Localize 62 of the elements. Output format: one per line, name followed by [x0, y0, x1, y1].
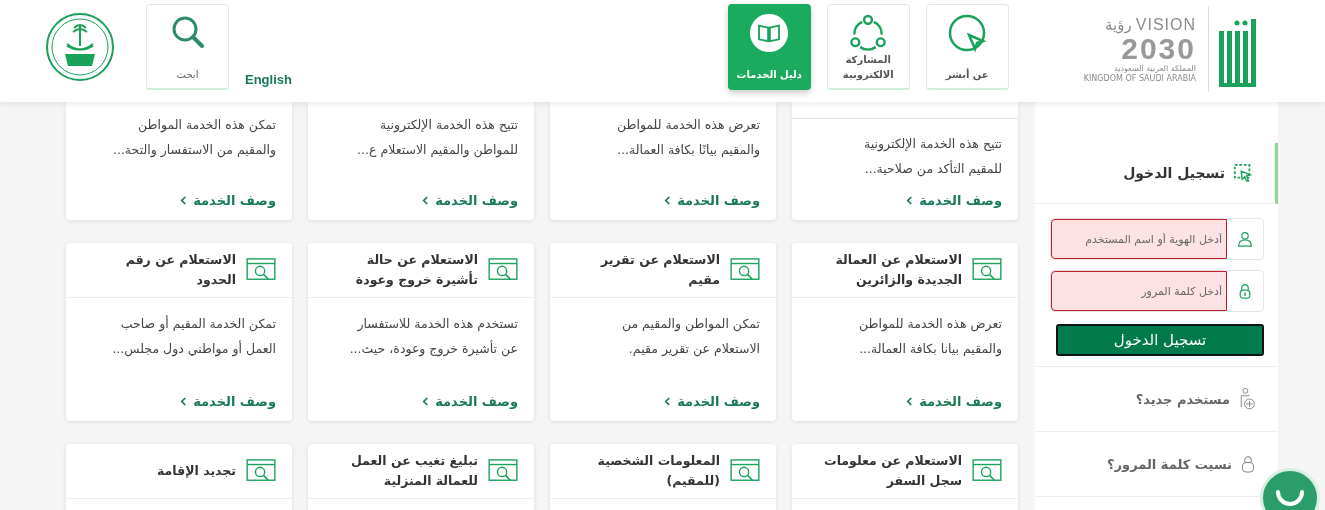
- chevron-icon: [906, 196, 914, 205]
- search-window-icon: [246, 258, 276, 282]
- service-description: تتيح هذه الخدمة الإلكترونية للمواطن والمقيم الاستعلام ع...: [356, 116, 518, 160]
- chevron-icon: [422, 397, 430, 406]
- service-description: تتيح هذه الخدمة الإلكترونية للمقيم التأكد من صلاحية...: [863, 135, 1002, 179]
- vision-year: 2030: [1121, 34, 1196, 64]
- chevron-icon: [180, 397, 188, 406]
- service-title: تجديد الإقامة: [157, 462, 236, 480]
- chevron-icon: [906, 397, 914, 406]
- service-title: الاستعلام عن حالة تأشيرة خروج وعودة: [354, 251, 478, 289]
- service-link[interactable]: وصف الخدمة: [422, 193, 518, 208]
- chevron-icon: [180, 196, 188, 205]
- add-user-icon: [1238, 386, 1256, 412]
- search-window-icon: [972, 258, 1002, 282]
- language-link[interactable]: English: [245, 72, 292, 87]
- service-title: الاستعلام عن معلومات سجل السفر: [823, 452, 962, 490]
- search-window-icon: [488, 459, 518, 483]
- service-description: تستخدم هذه الخدمة للاستفسار عن تأشيرة خروج وعودة، حيث...: [348, 315, 518, 359]
- service-title: المعلومات الشخصية (للمقيم): [596, 452, 720, 490]
- service-title: تبليغ تغيب عن العمل للعمالة المنزلية: [349, 452, 478, 490]
- service-link[interactable]: وصف الخدمة: [664, 394, 760, 409]
- search-button[interactable]: ابحث: [146, 4, 229, 90]
- chevron-icon: [664, 397, 672, 406]
- service-description: تمكن الخدمة المقيم أو صاحب العمل أو مواطني دول مجلس...: [111, 314, 276, 359]
- book-icon: [749, 13, 790, 53]
- country-name: المملكة العربية السعودية: [1113, 64, 1196, 74]
- share-icon: [848, 13, 889, 52]
- vision-arabic: رؤية: [1105, 16, 1132, 34]
- chevron-icon: [664, 196, 672, 205]
- service-description: تمكن هذه الخدمة المواطن والمقيم من الاستفسار والتحة...: [111, 116, 276, 160]
- pointer-icon: [947, 13, 988, 53]
- service-link[interactable]: وصف الخدمة: [664, 193, 760, 208]
- search-window-icon: [488, 258, 518, 282]
- emblem-icon: [45, 12, 115, 82]
- service-link[interactable]: وصف الخدمة: [180, 193, 276, 208]
- sidebar-link[interactable]: نسيت كلمة المرور؟: [1107, 456, 1232, 472]
- login-tab[interactable]: تسجيل الدخول: [1035, 143, 1278, 204]
- search-window-icon: [730, 258, 760, 282]
- service-title: الاستعلام عن العمالة الجديدة والزائرين: [834, 251, 962, 289]
- service-description: تعرض هذه الخدمة للمواطن والمقيم بيانا بكافة العمالة...: [857, 315, 1002, 359]
- chevron-icon: [422, 196, 430, 205]
- cursor-icon: [1233, 163, 1253, 183]
- service-link[interactable]: وصف الخدمة: [422, 394, 518, 409]
- service-description: تمكن المواطن والمقيم من الاستعلام عن تقرير مقيم.: [620, 315, 760, 359]
- country-name: KINGDOM OF SAUDI ARABIA: [1083, 74, 1196, 84]
- service-link[interactable]: وصف الخدمة: [906, 193, 1002, 208]
- nav-button[interactable]: المشاركة الالكترونية: [826, 4, 910, 90]
- nav-button[interactable]: عن أبشر: [925, 4, 1009, 90]
- service-link[interactable]: وصف الخدمة: [906, 394, 1002, 409]
- nav-button[interactable]: دليل الخدمات: [727, 4, 811, 90]
- login-button[interactable]: تسجيل الدخول: [1056, 324, 1264, 356]
- service-title: الاستعلام عن تقرير مقيم: [599, 251, 720, 289]
- service-title: الاستعلام عن رقم الحدود: [124, 251, 236, 289]
- service-link[interactable]: وصف الخدمة: [180, 394, 276, 409]
- search-window-icon: [972, 459, 1002, 483]
- lock-icon: [1240, 455, 1256, 473]
- search-window-icon: [246, 459, 276, 483]
- vision-word: VISION: [1135, 16, 1196, 34]
- sidebar-link[interactable]: مستخدم جديد؟: [1135, 391, 1230, 407]
- chat-button[interactable]: [1260, 468, 1320, 510]
- service-description: تعرض هذه الخدمة للمواطن والمقيم بيانًا بكافة العمالة...: [615, 116, 760, 160]
- search-window-icon: [730, 459, 760, 483]
